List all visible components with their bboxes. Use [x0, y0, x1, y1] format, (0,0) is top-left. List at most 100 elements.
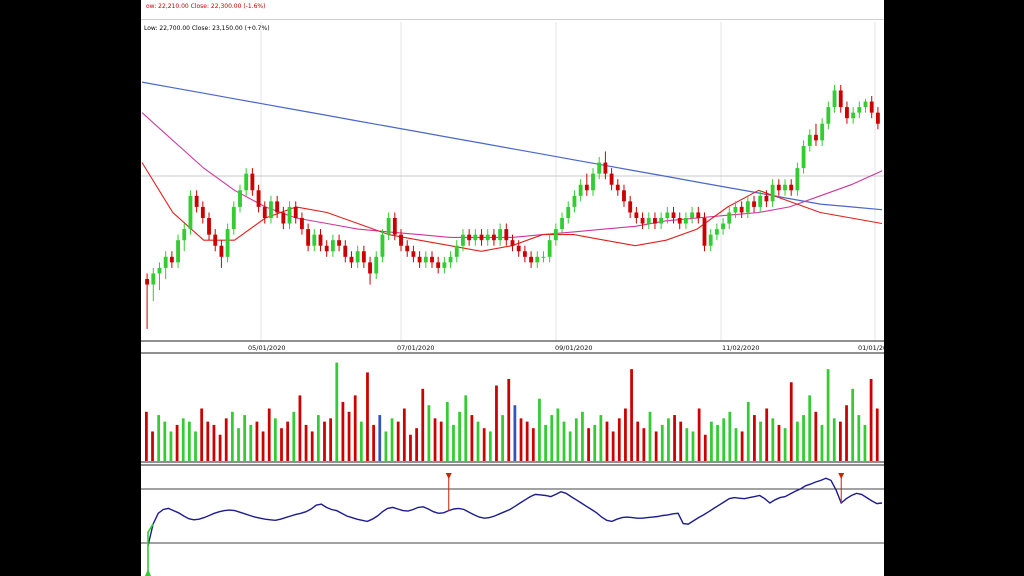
candle-body [504, 229, 509, 241]
volume-bar [734, 428, 738, 461]
candle [553, 223, 558, 246]
volume-bar [605, 421, 609, 461]
candle [752, 195, 756, 213]
candle [708, 229, 713, 252]
volume-bar [728, 411, 732, 461]
candle-body [807, 134, 812, 146]
candle-body [163, 256, 168, 268]
candle-body [200, 206, 205, 218]
candle-body [207, 218, 211, 235]
volume-bar [660, 424, 664, 461]
candle-body [572, 195, 577, 207]
candle-body [293, 206, 298, 218]
volume-bar [384, 431, 388, 461]
volume-bar [832, 418, 836, 461]
candle [454, 240, 459, 263]
candle-body [399, 234, 403, 246]
candle-body [188, 195, 193, 230]
volume-bar [710, 421, 713, 461]
candle-body [646, 218, 651, 224]
candle [287, 201, 292, 230]
candle [355, 245, 360, 268]
candle [300, 212, 304, 235]
candle-body [770, 184, 775, 202]
candle [312, 229, 317, 252]
volume-bar [716, 424, 719, 461]
candle [330, 234, 335, 257]
axes: 05/01/2020 07/01/2020 09/01/2020 11/02/2020… [141, 340, 884, 354]
candle [157, 262, 162, 291]
volume-bar [194, 431, 197, 461]
candle-body [392, 218, 397, 235]
candle-body [318, 234, 323, 246]
candle-body [461, 234, 465, 246]
volume-bar [145, 411, 148, 461]
candle-body [653, 218, 657, 224]
candle-body [361, 251, 366, 263]
candle-body [560, 218, 564, 230]
candle [194, 190, 199, 213]
candle-body [349, 256, 354, 263]
volume-bar [525, 421, 529, 461]
candle-body [851, 112, 856, 119]
candle [659, 212, 664, 230]
volume-bar [587, 428, 590, 461]
candle [151, 267, 156, 302]
volume-bar [495, 385, 498, 461]
candle-body [405, 245, 410, 252]
candle [646, 212, 651, 230]
candle [690, 206, 695, 224]
candle-body [467, 234, 472, 241]
candle-body [863, 101, 868, 108]
candle [832, 84, 837, 113]
candle [349, 251, 354, 268]
candle-body [510, 240, 515, 246]
candle-body [553, 229, 558, 241]
candle-body [479, 234, 484, 241]
x-tick-label: 01/01/202 [858, 344, 884, 352]
candle [343, 240, 348, 263]
volume-bar [777, 424, 781, 461]
candle [250, 168, 255, 196]
volume-bar [796, 421, 799, 461]
volume-bar [697, 408, 701, 461]
candle [479, 229, 484, 246]
candle [374, 251, 379, 279]
volume-bar [157, 415, 161, 461]
volume-bar [273, 418, 277, 461]
candle [225, 223, 230, 263]
sell-marker [838, 473, 845, 479]
volume-bar [200, 408, 204, 461]
candle-body [789, 184, 794, 191]
volume-bar [353, 395, 357, 461]
candle-body [634, 212, 639, 218]
price-candles [145, 84, 880, 329]
candle [591, 168, 595, 196]
volume-bar [415, 428, 418, 461]
candle-body [151, 273, 156, 285]
candle-body [157, 267, 162, 274]
candle-body [745, 201, 750, 213]
volume-bar [857, 415, 861, 461]
candle [603, 151, 608, 180]
candle-body [609, 173, 614, 185]
volume-bar [501, 415, 504, 461]
candle [262, 201, 267, 224]
candle [578, 179, 583, 202]
volume-bar [163, 421, 167, 461]
candle-body [628, 201, 633, 213]
volume-bar [298, 395, 302, 461]
volume-bar [863, 424, 867, 461]
candle-body [776, 184, 781, 191]
oscillator-panel [141, 464, 884, 576]
candle-body [213, 234, 218, 246]
volume-bar [691, 431, 695, 461]
volume-bar [826, 369, 830, 461]
candle [541, 251, 546, 263]
candle [405, 240, 410, 257]
candle [386, 212, 391, 241]
volume-bar [759, 421, 762, 461]
candle-body [708, 234, 713, 246]
candle [182, 223, 187, 252]
volume-bar [820, 424, 824, 461]
